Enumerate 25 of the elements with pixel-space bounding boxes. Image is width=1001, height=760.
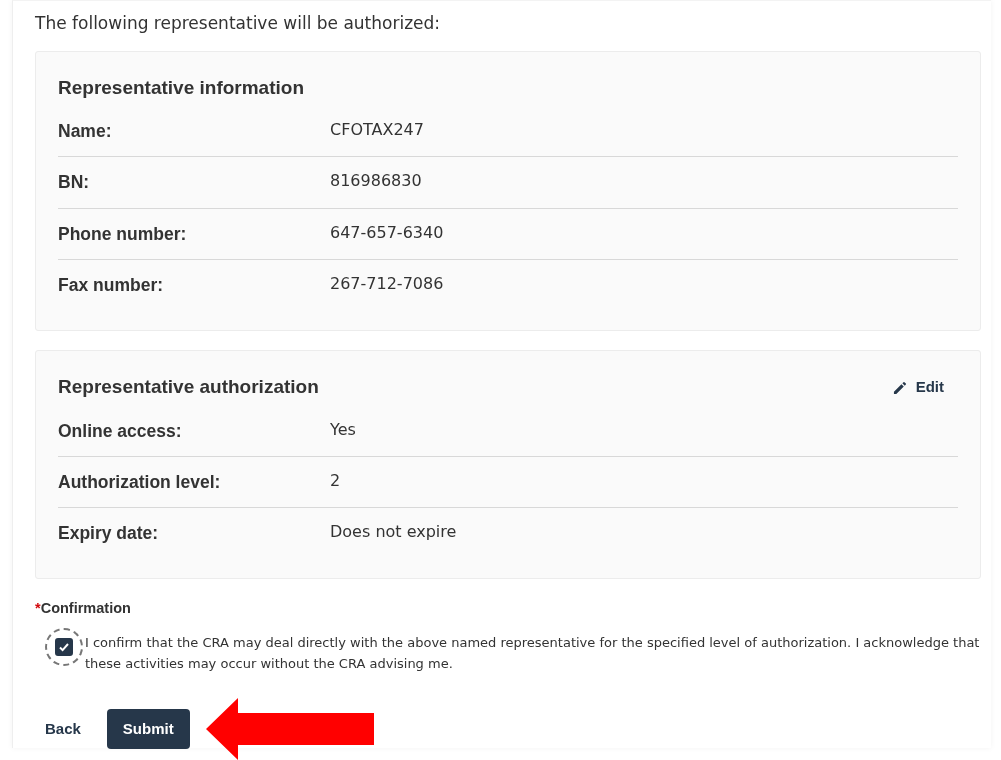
checkbox[interactable] [55,638,73,656]
submit-button[interactable]: Submit [106,708,190,750]
section-title: Representative information [58,75,304,100]
field-label: Name: [58,120,113,143]
field-label: BN: [58,171,91,195]
confirmation-text: I confirm that the CRA may deal directly with the above named representative for the specified level of authorization. I acknowledge that these activities may occur without the CRA advising me. [85,634,981,673]
field-label: Online access: [58,419,183,443]
field-label: Expiry date: [58,522,160,545]
field-label: Phone number: [58,222,188,246]
confirmation-label: *Confirmation [35,599,132,619]
pencil-icon [892,379,908,395]
field-value: 647-657-6340 [330,221,444,244]
field-value: 267-712-7086 [330,272,444,295]
section-title: Representative authorization [58,375,319,399]
field-value: 816986830 [330,170,422,193]
checkmark-icon [58,641,70,653]
intro-text: The following representative will be authorized: [35,12,442,35]
field-value: CFOTAX247 [330,119,424,141]
field-label: Authorization level: [58,470,222,494]
field-value: Yes [330,418,356,441]
back-link[interactable]: Back [35,709,91,749]
field-value: Does not expire [330,521,457,543]
edit-link[interactable]: Edit [892,376,944,399]
field-value: 2 [330,469,341,492]
field-label: Fax number: [58,273,165,297]
